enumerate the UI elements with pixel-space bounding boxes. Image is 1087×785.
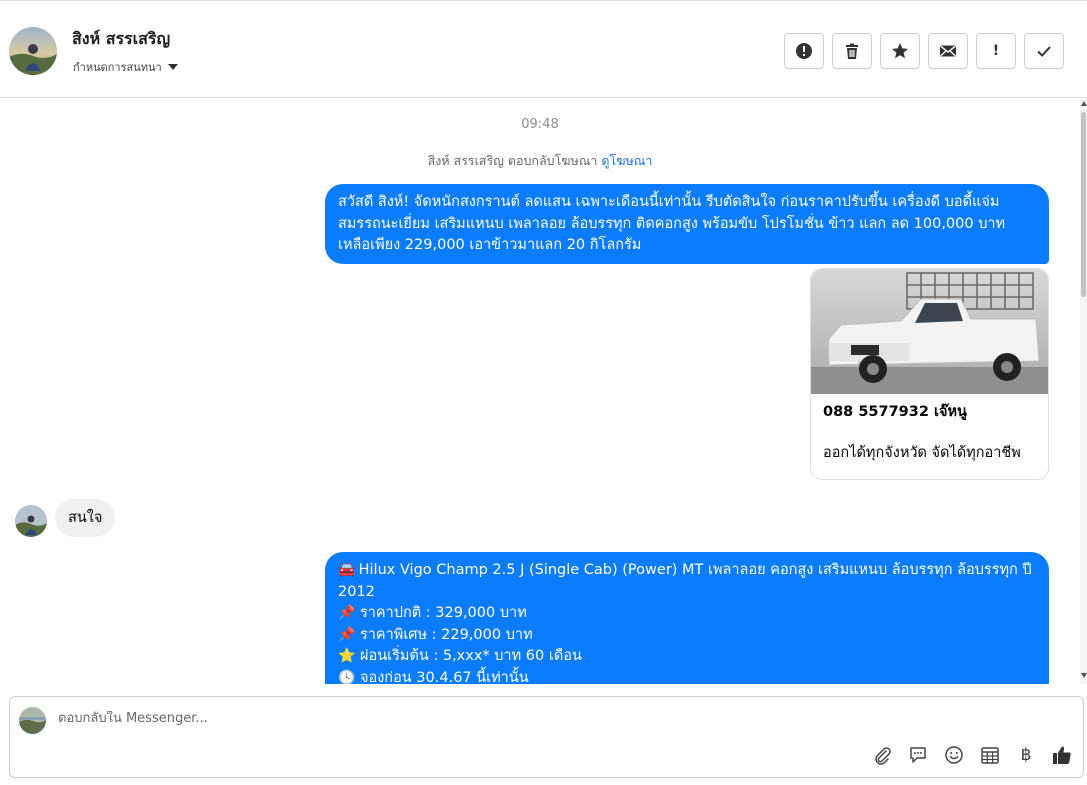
attachment-button[interactable] xyxy=(870,743,894,767)
message-timestamp: 09:48 xyxy=(521,117,559,132)
ad-reply-text: สิงห์ สรรเสริญ ตอบกลับโฆษณา xyxy=(427,153,598,168)
contact-avatar-small xyxy=(15,505,47,537)
composer-tools: ฿ xyxy=(870,743,1074,767)
scroll-up-arrow-icon[interactable] xyxy=(1081,101,1087,106)
baht-icon: ฿ xyxy=(1020,745,1032,765)
mark-done-button[interactable] xyxy=(1024,33,1064,69)
star-emoji-icon: ⭐ xyxy=(338,648,356,664)
pin-icon: 📌 xyxy=(338,626,356,643)
truck-image xyxy=(811,269,1048,394)
attachment-icon xyxy=(875,747,891,765)
payment-button[interactable]: ฿ xyxy=(1014,743,1038,767)
booking-text: จองก่อน 30.4.67 นี้เท่านั้น xyxy=(360,669,529,685)
delete-button[interactable] xyxy=(832,33,872,69)
scroll-thumb[interactable] xyxy=(1081,112,1086,297)
caret-down-icon xyxy=(167,64,178,70)
installment-text: ผ่อนเริ่มต้น : 5,xxx* บาท 60 เดือน xyxy=(360,648,582,664)
report-button[interactable] xyxy=(784,33,824,69)
contact-name: สิงห์ สรรเสริญ xyxy=(72,29,171,48)
scroll-down-arrow-icon[interactable] xyxy=(1081,673,1087,678)
assign-conversation-dropdown[interactable]: กำหนดการสนทนา xyxy=(73,58,178,76)
detail-line-booking: 🕓 จองก่อน 30.4.67 นี้เท่านั้น xyxy=(338,668,1036,685)
clock-icon: 🕓 xyxy=(338,669,356,685)
mark-unread-button[interactable] xyxy=(928,33,968,69)
card-title: 088 5577932 เจ๊หนู xyxy=(823,404,967,420)
detail-title-text: Hilux Vigo Champ 2.5 J (Single Cab) (Pow… xyxy=(338,562,1032,600)
message-composer: ฿ xyxy=(9,696,1084,778)
star-icon xyxy=(892,43,908,59)
emoji-button[interactable] xyxy=(942,743,966,767)
detail-line-normal-price: 📌 ราคาปกติ : 329,000 บาท xyxy=(338,603,1036,625)
ad-reply-notice: สิงห์ สรรเสริญ ตอบกลับโฆษณา ดูโฆษณา xyxy=(0,151,1080,171)
detail-line-special-price: 📌 ราคาพิเศษ : 229,000 บาท xyxy=(338,625,1036,647)
assign-label: กำหนดการสนทนา xyxy=(73,61,162,74)
like-button[interactable] xyxy=(1050,743,1074,767)
quick-reply-icon xyxy=(910,747,926,763)
special-price-text: ราคาพิเศษ : 229,000 บาท xyxy=(360,626,533,643)
detail-line-title: 🚘 Hilux Vigo Champ 2.5 J (Single Cab) (P… xyxy=(338,560,1036,603)
ad-card[interactable]: 088 5577932 เจ๊หนู ออกได้ทุกจังหวัด จัดไ… xyxy=(810,268,1049,480)
star-button[interactable] xyxy=(880,33,920,69)
normal-price-text: ราคาปกติ : 329,000 บาท xyxy=(360,605,527,621)
exclamation-icon: ! xyxy=(992,43,1000,59)
check-icon xyxy=(1037,46,1051,57)
card-description: ออกได้ทุกจังหวัด จัดได้ทุกอาชีพ xyxy=(823,445,1021,461)
like-icon xyxy=(1053,746,1071,764)
incoming-message: สนใจ xyxy=(55,499,116,537)
calendar-icon xyxy=(981,747,999,764)
emoji-icon xyxy=(945,746,963,764)
contact-avatar[interactable] xyxy=(9,27,57,75)
trash-icon xyxy=(846,43,858,59)
appointment-button[interactable] xyxy=(978,743,1002,767)
detail-line-installment: ⭐ ผ่อนเริ่มต้น : 5,xxx* บาท 60 เดือน xyxy=(338,646,1036,668)
envelope-icon xyxy=(940,45,956,57)
car-icon: 🚘 xyxy=(338,562,356,578)
outgoing-message-details: 🚘 Hilux Vigo Champ 2.5 J (Single Cab) (P… xyxy=(325,552,1049,684)
conversation-header: สิงห์ สรรเสริญ กำหนดการสนทนา ! xyxy=(0,0,1087,98)
pin-icon: 📌 xyxy=(338,605,356,621)
reply-input[interactable] xyxy=(58,711,758,726)
page-avatar xyxy=(19,707,46,734)
header-actions: ! xyxy=(784,33,1064,69)
report-icon xyxy=(796,43,812,59)
follow-up-button[interactable]: ! xyxy=(976,33,1016,69)
quick-reply-button[interactable] xyxy=(906,743,930,767)
inbox-conversation: สิงห์ สรรเสริญ กำหนดการสนทนา ! 09:48 สิง… xyxy=(0,0,1087,785)
message-thread[interactable]: 09:48 สิงห์ สรรเสริญ ตอบกลับโฆษณา ดูโฆษณ… xyxy=(0,99,1080,684)
outgoing-message: สวัสดี สิงห์! จัดหนักสงกรานต์ ลดแสน เฉพา… xyxy=(325,184,1049,264)
view-ad-link[interactable]: ดูโฆษณา xyxy=(601,153,652,168)
